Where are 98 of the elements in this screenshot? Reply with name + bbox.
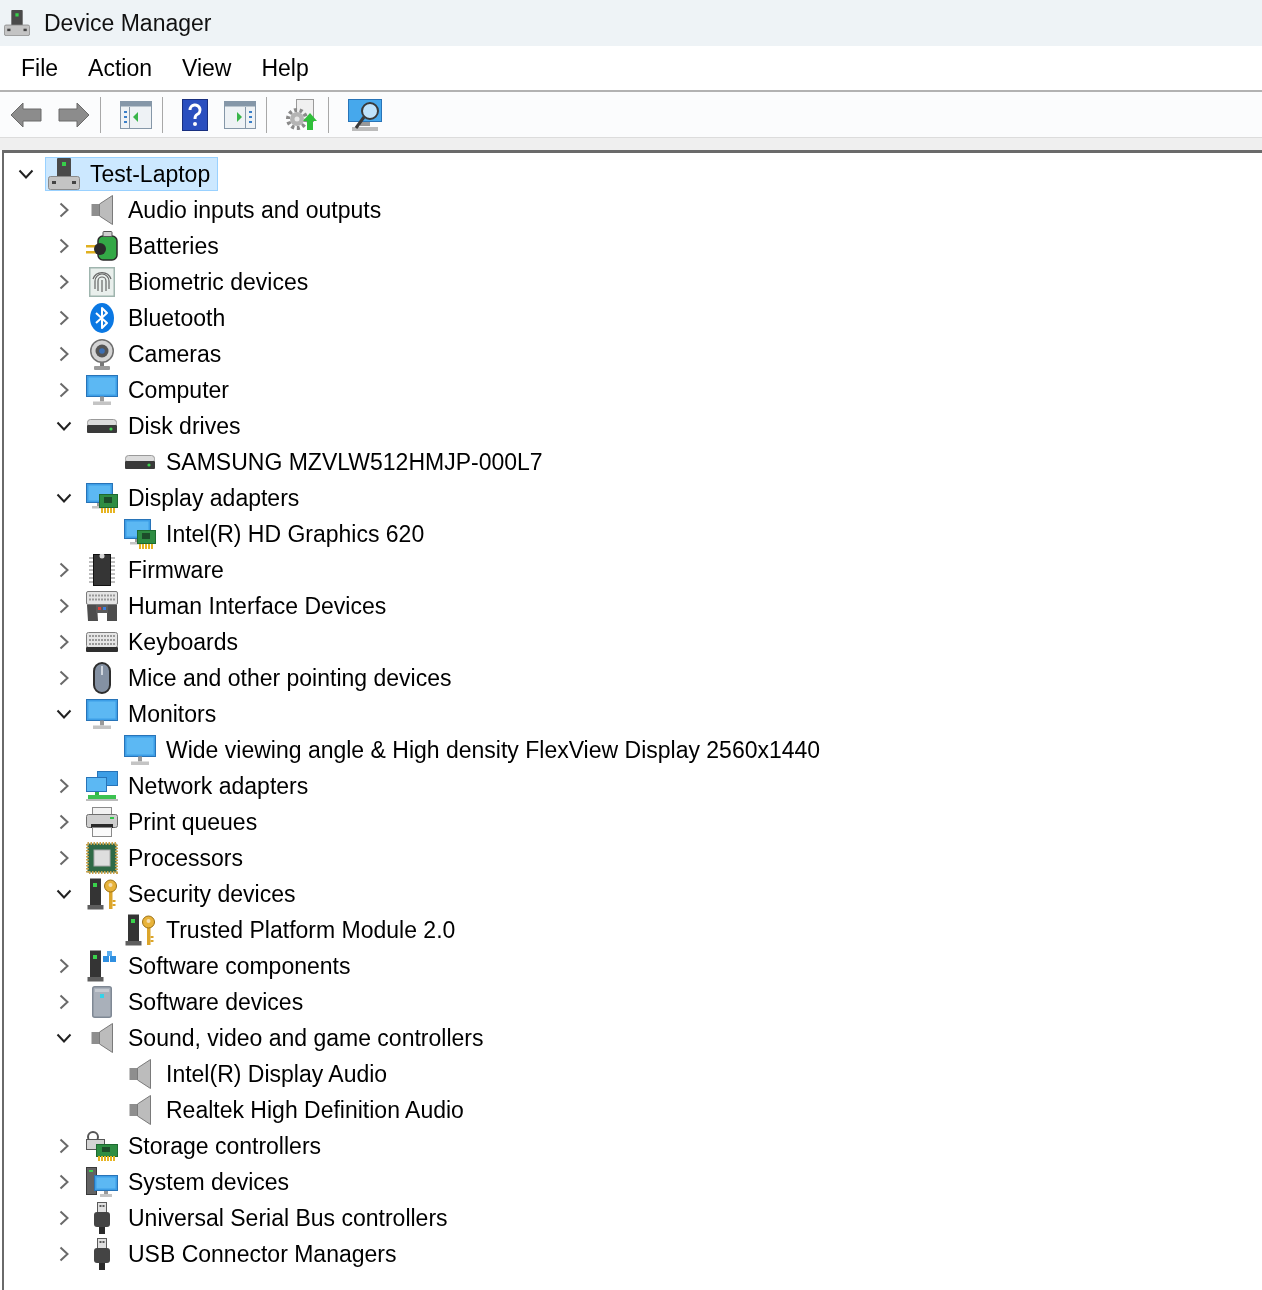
chevron-down-icon[interactable] xyxy=(56,709,72,719)
tree-item[interactable]: Wide viewing angle & High density FlexView Display 2560x1440 xyxy=(121,733,829,767)
tree-item[interactable]: Intel(R) HD Graphics 620 xyxy=(121,517,433,551)
tree-item[interactable]: Software devices xyxy=(83,985,312,1019)
chevron-right-icon[interactable] xyxy=(59,382,69,398)
chip-icon xyxy=(89,554,115,586)
tree-item[interactable]: Bluetooth xyxy=(83,301,234,335)
fingerprint-icon xyxy=(89,267,115,297)
monitor-circuit-board-icon xyxy=(124,519,156,549)
menu-item[interactable]: Action xyxy=(78,50,162,86)
tree-item[interactable]: Batteries xyxy=(83,229,227,263)
chevron-right-icon[interactable] xyxy=(59,202,69,218)
monitor-icon xyxy=(86,375,118,405)
chevron-right-icon[interactable] xyxy=(59,1246,69,1262)
tree-item[interactable]: Computer xyxy=(83,373,237,407)
chevron-right-icon[interactable] xyxy=(59,814,69,830)
tree-item[interactable]: Audio inputs and outputs xyxy=(83,193,390,227)
monitor-icon xyxy=(86,699,118,729)
chevron-right-icon[interactable] xyxy=(59,778,69,794)
tree-item[interactable]: USB Connector Managers xyxy=(83,1237,405,1271)
speaker-icon xyxy=(91,195,113,225)
tree-item[interactable]: Keyboards xyxy=(83,625,246,659)
tree-item[interactable]: Processors xyxy=(83,841,252,875)
forward-arrow-icon[interactable] xyxy=(58,101,90,128)
speaker-icon xyxy=(91,1023,113,1053)
tree-item[interactable]: Biometric devices xyxy=(83,265,317,299)
chevron-right-icon[interactable] xyxy=(59,274,69,290)
tree-item[interactable]: Mice and other pointing devices xyxy=(83,661,460,695)
tree-item[interactable]: Intel(R) Display Audio xyxy=(121,1057,396,1091)
tree-item[interactable]: Universal Serial Bus controllers xyxy=(83,1201,456,1235)
disk-drive-icon xyxy=(87,419,117,433)
computer-tower-icon xyxy=(48,158,80,190)
chevron-right-icon[interactable] xyxy=(59,346,69,362)
usb-plug-icon xyxy=(94,1202,110,1234)
tree-item[interactable]: Trusted Platform Module 2.0 xyxy=(121,913,464,947)
monitor-magnifier-icon[interactable] xyxy=(348,98,382,131)
tree-item[interactable]: Sound, video and game controllers xyxy=(83,1021,492,1055)
tree-item[interactable]: Software components xyxy=(83,949,359,983)
computer-tower-icon xyxy=(4,10,30,36)
chevron-right-icon[interactable] xyxy=(59,670,69,686)
chevron-right-icon[interactable] xyxy=(59,958,69,974)
chevron-right-icon[interactable] xyxy=(59,562,69,578)
tree-item[interactable]: SAMSUNG MZVLW512HMJP-000L7 xyxy=(121,445,551,479)
keyboard-joystick-icon xyxy=(86,591,118,621)
help-icon[interactable] xyxy=(182,98,208,131)
chevron-right-icon[interactable] xyxy=(59,1174,69,1190)
device-box-icon xyxy=(92,986,112,1018)
mouse-icon xyxy=(93,662,111,694)
chevron-right-icon[interactable] xyxy=(59,1138,69,1154)
chevron-down-icon[interactable] xyxy=(56,889,72,899)
chevron-down-icon[interactable] xyxy=(56,1033,72,1043)
menu-item[interactable]: File xyxy=(11,50,69,86)
monitor-icon xyxy=(124,735,156,765)
tree-item[interactable]: Monitors xyxy=(83,697,225,731)
monitor-circuit-board-icon xyxy=(86,483,118,513)
processor-icon xyxy=(86,842,118,874)
back-arrow-icon[interactable] xyxy=(10,101,42,128)
disk-drive-icon xyxy=(125,455,155,469)
tree-item[interactable]: Storage controllers xyxy=(83,1129,330,1163)
chevron-right-icon[interactable] xyxy=(59,850,69,866)
chevron-right-icon[interactable] xyxy=(59,598,69,614)
tower-key-icon xyxy=(125,914,155,946)
menu-item[interactable]: View xyxy=(172,50,242,86)
tree-item[interactable]: Cameras xyxy=(83,337,230,371)
chevron-right-icon[interactable] xyxy=(59,1210,69,1226)
chevron-down-icon[interactable] xyxy=(56,493,72,503)
chevron-right-icon[interactable] xyxy=(59,634,69,650)
tree-item[interactable]: Test-Laptop xyxy=(45,157,219,191)
gear-up-arrow-icon[interactable] xyxy=(286,98,318,131)
tower-monitor-icon xyxy=(86,1167,118,1197)
chevron-right-icon[interactable] xyxy=(59,310,69,326)
window-title: Device Manager xyxy=(44,9,212,37)
chevron-down-icon[interactable] xyxy=(56,421,72,431)
tree-item[interactable]: Human Interface Devices xyxy=(83,589,395,623)
tree-item[interactable]: Disk drives xyxy=(83,409,249,443)
chevron-right-icon[interactable] xyxy=(59,994,69,1010)
tree-item[interactable]: Security devices xyxy=(83,877,304,911)
speaker-icon xyxy=(129,1059,151,1089)
usb-plug-icon xyxy=(94,1238,110,1270)
networked-monitors-icon xyxy=(86,771,118,801)
speaker-icon xyxy=(129,1095,151,1125)
tower-key-icon xyxy=(87,878,117,910)
tree-item[interactable]: Network adapters xyxy=(83,769,317,803)
tree-item[interactable]: Print queues xyxy=(83,805,266,839)
menu-item[interactable]: Help xyxy=(251,50,319,86)
drive-circuit-board-icon xyxy=(86,1131,118,1161)
tower-blocks-icon xyxy=(87,950,117,982)
printer-icon xyxy=(86,807,118,837)
chevron-down-icon[interactable] xyxy=(18,169,34,179)
bluetooth-icon xyxy=(90,303,114,333)
tree-item[interactable]: Firmware xyxy=(83,553,232,587)
tree-item[interactable]: System devices xyxy=(83,1165,298,1199)
tree-item[interactable]: Realtek High Definition Audio xyxy=(121,1093,472,1127)
webcam-icon xyxy=(89,338,115,370)
battery-plug-icon xyxy=(86,231,118,261)
chevron-right-icon[interactable] xyxy=(59,238,69,254)
keyboard-icon xyxy=(86,632,118,652)
tree-item[interactable]: Display adapters xyxy=(83,481,308,515)
